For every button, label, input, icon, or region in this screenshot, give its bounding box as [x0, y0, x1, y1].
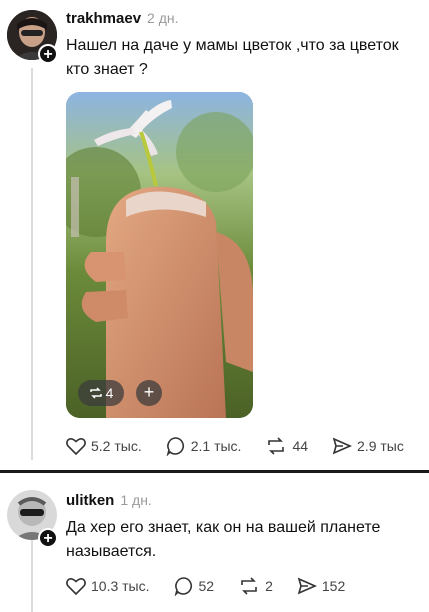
thread-line	[31, 68, 33, 460]
comment-button[interactable]: 52	[174, 576, 215, 596]
share-button[interactable]: 2.9 тыс	[332, 437, 404, 455]
repost-icon	[268, 437, 285, 455]
heart-icon	[66, 438, 86, 455]
post-2: + ulitken 1 дн. Да хер его знает, как он …	[0, 478, 429, 612]
post-text: Нашел на даче у мамы цветок ,что за цвет…	[66, 37, 399, 78]
photo-add-button[interactable]: +	[136, 380, 162, 406]
comment-bubble-icon	[174, 577, 192, 596]
thread-line	[31, 536, 33, 612]
comment-bubble-icon	[166, 437, 184, 456]
share-count: 152	[321, 578, 346, 594]
repost-button[interactable]: 2	[238, 576, 273, 596]
comment-count: 2.1 тыс.	[190, 438, 242, 454]
username-text[interactable]: trakhmaev	[66, 10, 141, 27]
post-time: 2 дн.	[147, 10, 179, 26]
photo-repost-count: 4	[105, 385, 114, 401]
post-actions: 5.2 тыс. 2.1 тыс. 44 2.9 тыс	[66, 436, 404, 456]
send-icon	[297, 577, 317, 595]
heart-icon	[66, 578, 86, 595]
like-count: 5.2 тыс.	[91, 438, 142, 454]
username[interactable]: trakhmaev 2 дн.	[66, 10, 179, 27]
comment-button[interactable]: 2.1 тыс.	[166, 436, 242, 456]
repost-count: 44	[292, 438, 309, 454]
comment-count: 52	[198, 578, 215, 594]
flower-photo	[66, 92, 253, 418]
share-button[interactable]: 152	[297, 577, 345, 595]
post-time: 1 дн.	[120, 492, 152, 508]
photo-repost-badge[interactable]: 4	[78, 380, 124, 406]
post-text: Да хер его знает, как он на вашей планет…	[66, 519, 381, 560]
send-icon	[332, 437, 353, 455]
follow-plus-icon[interactable]: +	[38, 528, 58, 548]
post-actions: 10.3 тыс. 52 2 152	[66, 576, 345, 596]
repost-icon	[89, 387, 102, 399]
post-photo[interactable]: 4 +	[66, 92, 253, 418]
username-text[interactable]: ulitken	[66, 492, 114, 509]
post-1: + trakhmaev 2 дн. Нашел на даче у мамы цв…	[0, 0, 429, 470]
post-divider	[0, 470, 429, 473]
like-button[interactable]: 5.2 тыс.	[66, 437, 142, 455]
like-button[interactable]: 10.3 тыс.	[66, 577, 150, 595]
follow-plus-icon[interactable]: +	[38, 44, 58, 64]
repost-count: 2	[265, 578, 273, 594]
repost-button[interactable]: 44	[265, 436, 308, 456]
repost-icon	[241, 577, 257, 595]
share-count: 2.9 тыс	[357, 438, 404, 454]
username[interactable]: ulitken 1 дн.	[66, 492, 152, 509]
like-count: 10.3 тыс.	[91, 578, 150, 594]
